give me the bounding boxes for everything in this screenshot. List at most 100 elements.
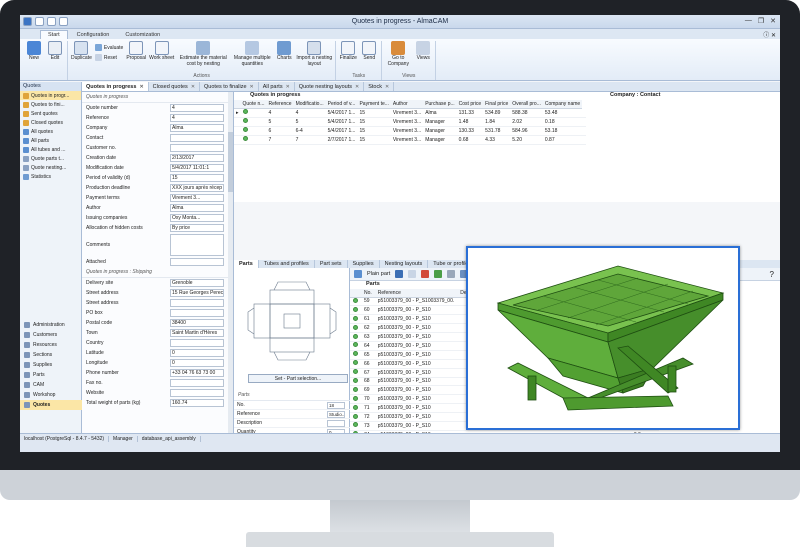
minimize-button[interactable]: — (745, 17, 752, 25)
close-button[interactable]: ✕ (770, 17, 776, 25)
preview-field[interactable]: 18 (327, 401, 345, 409)
estimate-material-button[interactable]: Estimate the material cost by nesting (177, 41, 229, 67)
sidebar-item[interactable]: Statistics (20, 172, 81, 181)
duplicate-button[interactable]: Duplicate (71, 41, 92, 62)
close-tab-icon[interactable]: ✕ (355, 84, 359, 90)
form-field[interactable]: 160.74 (170, 399, 224, 407)
go-to-company-button[interactable]: Go to Company (385, 41, 411, 67)
close-tab-icon[interactable]: ✕ (385, 84, 389, 90)
help-icon[interactable]: ⓘ ✕ (763, 30, 776, 39)
form-field[interactable] (170, 389, 224, 397)
column-header[interactable]: Final price (483, 100, 511, 109)
sidebar-item[interactable]: All parts (20, 136, 81, 145)
form-field[interactable]: 4 (170, 104, 224, 112)
refresh-icon[interactable] (434, 270, 443, 278)
pen-icon[interactable] (395, 270, 404, 278)
sidebar-item[interactable]: Quote parts t... (20, 154, 81, 163)
module-item[interactable]: Quotes (20, 400, 82, 410)
form-field[interactable] (170, 299, 224, 307)
form-field[interactable] (170, 309, 224, 317)
form-field[interactable] (170, 144, 224, 152)
column-header[interactable]: Modificatio... (293, 100, 326, 109)
module-item[interactable]: Resources (20, 340, 82, 350)
lower-tab[interactable]: Parts (234, 260, 259, 268)
lower-tab[interactable]: Nesting layouts (380, 260, 429, 268)
document-tab[interactable]: Stock ✕ (364, 82, 395, 91)
form-field[interactable]: 2/13/2017 (170, 154, 224, 162)
form-field[interactable]: Grenoble (170, 279, 224, 287)
preview-field[interactable] (327, 419, 345, 427)
column-header[interactable] (350, 289, 361, 298)
column-header[interactable]: Quote n... (240, 100, 267, 109)
column-header[interactable]: Reference (374, 289, 458, 298)
column-header[interactable]: Period of v... (325, 100, 358, 109)
views-button[interactable]: Views (414, 41, 432, 62)
form-field[interactable]: 15 (170, 174, 224, 182)
proposal-button[interactable]: Proposal (126, 41, 146, 62)
table-row[interactable]: ▸ 4 4 5/4/2017 1... 15 Virement 3... Alma 131.3… (234, 108, 587, 118)
app-menu-icon[interactable] (23, 17, 32, 26)
sidebar-item[interactable]: All tubes and ... (20, 145, 81, 154)
form-field[interactable]: Alma (170, 204, 224, 212)
lower-tab[interactable]: Part sets (315, 260, 348, 268)
close-tab-icon[interactable]: ✕ (286, 84, 290, 90)
lower-tab[interactable]: Supplies (348, 260, 380, 268)
close-tab-icon[interactable]: ✕ (191, 84, 195, 90)
form-field[interactable]: Alma (170, 124, 224, 132)
manage-quantities-button[interactable]: Manage multiple quantities (232, 41, 272, 67)
undo-icon[interactable] (47, 17, 56, 26)
sidebar-item[interactable]: Closed quotes (20, 118, 81, 127)
module-item[interactable]: Supplies (20, 360, 82, 370)
work-sheet-button[interactable]: Work sheet (149, 41, 174, 62)
module-item[interactable]: CAM (20, 380, 82, 390)
maximize-button[interactable]: ❐ (758, 17, 764, 25)
evaluate-button[interactable]: Evaluate (94, 44, 123, 51)
redo-icon[interactable] (59, 17, 68, 26)
form-field[interactable] (170, 134, 224, 142)
delete-icon[interactable] (421, 270, 430, 278)
form-field[interactable] (170, 258, 224, 266)
column-header[interactable]: Cost price (456, 100, 484, 109)
column-header[interactable]: Payment te... (357, 100, 391, 109)
form-field[interactable] (170, 339, 224, 347)
table-row[interactable]: 6 6-4 5/4/2017 1... 15 Virement 3... Manager 1… (234, 126, 587, 136)
document-tab[interactable]: Closed quotes ✕ (149, 82, 201, 91)
column-header[interactable]: Overall pro... (510, 100, 543, 109)
form-field[interactable]: Oxy Monta... (170, 214, 224, 222)
form-field[interactable]: Saint Martin d'Hères (170, 329, 224, 337)
module-item[interactable]: Workshop (20, 390, 82, 400)
document-tab[interactable]: Quote nesting layouts ✕ (295, 82, 365, 91)
reset-button[interactable]: Reset (94, 54, 123, 61)
close-tab-icon[interactable]: ✕ (250, 84, 254, 90)
table-row[interactable]: 5 5 5/4/2017 1... 15 Virement 3... Manager 1.4… (234, 117, 587, 127)
preview-field[interactable]: Studio... (327, 410, 345, 418)
column-header[interactable]: Author (390, 100, 424, 109)
print-icon[interactable] (447, 270, 456, 278)
charts-button[interactable]: Charts (275, 41, 293, 62)
form-scrollbar[interactable] (228, 92, 233, 433)
sidebar-item[interactable]: Quotes to fini... (20, 100, 81, 109)
form-field[interactable]: 4 (170, 114, 224, 122)
edit-button[interactable]: Edit (46, 41, 64, 62)
3d-model-viewer[interactable] (466, 246, 740, 430)
finalize-button[interactable]: Finalize (339, 41, 357, 62)
close-tab-icon[interactable]: ✕ (139, 84, 143, 90)
sidebar-item[interactable]: Quotes in progr... (20, 91, 81, 100)
document-tab[interactable]: All parts ✕ (259, 82, 295, 91)
form-field[interactable]: 38400 (170, 319, 224, 327)
set-part-selection-button[interactable]: Set - Part selection... (248, 374, 348, 383)
column-header[interactable]: Reference (266, 100, 294, 109)
module-item[interactable]: Customers (20, 330, 82, 340)
new-button[interactable]: New (25, 41, 43, 62)
column-header[interactable]: Company name (542, 100, 583, 109)
form-field[interactable]: +33 04 76 63 73 00 (170, 369, 224, 377)
module-item[interactable]: Parts (20, 370, 82, 380)
module-item[interactable]: Sections (20, 350, 82, 360)
form-field[interactable] (170, 379, 224, 387)
copy-icon[interactable] (408, 270, 417, 278)
form-field[interactable]: 0 (170, 359, 224, 367)
import-nesting-button[interactable]: Import a nesting layout (296, 41, 332, 67)
sidebar-item[interactable]: All quotes (20, 127, 81, 136)
document-tab[interactable]: Quotes in progress ✕ (82, 82, 149, 91)
sidebar-item[interactable]: Quote nesting... (20, 163, 81, 172)
